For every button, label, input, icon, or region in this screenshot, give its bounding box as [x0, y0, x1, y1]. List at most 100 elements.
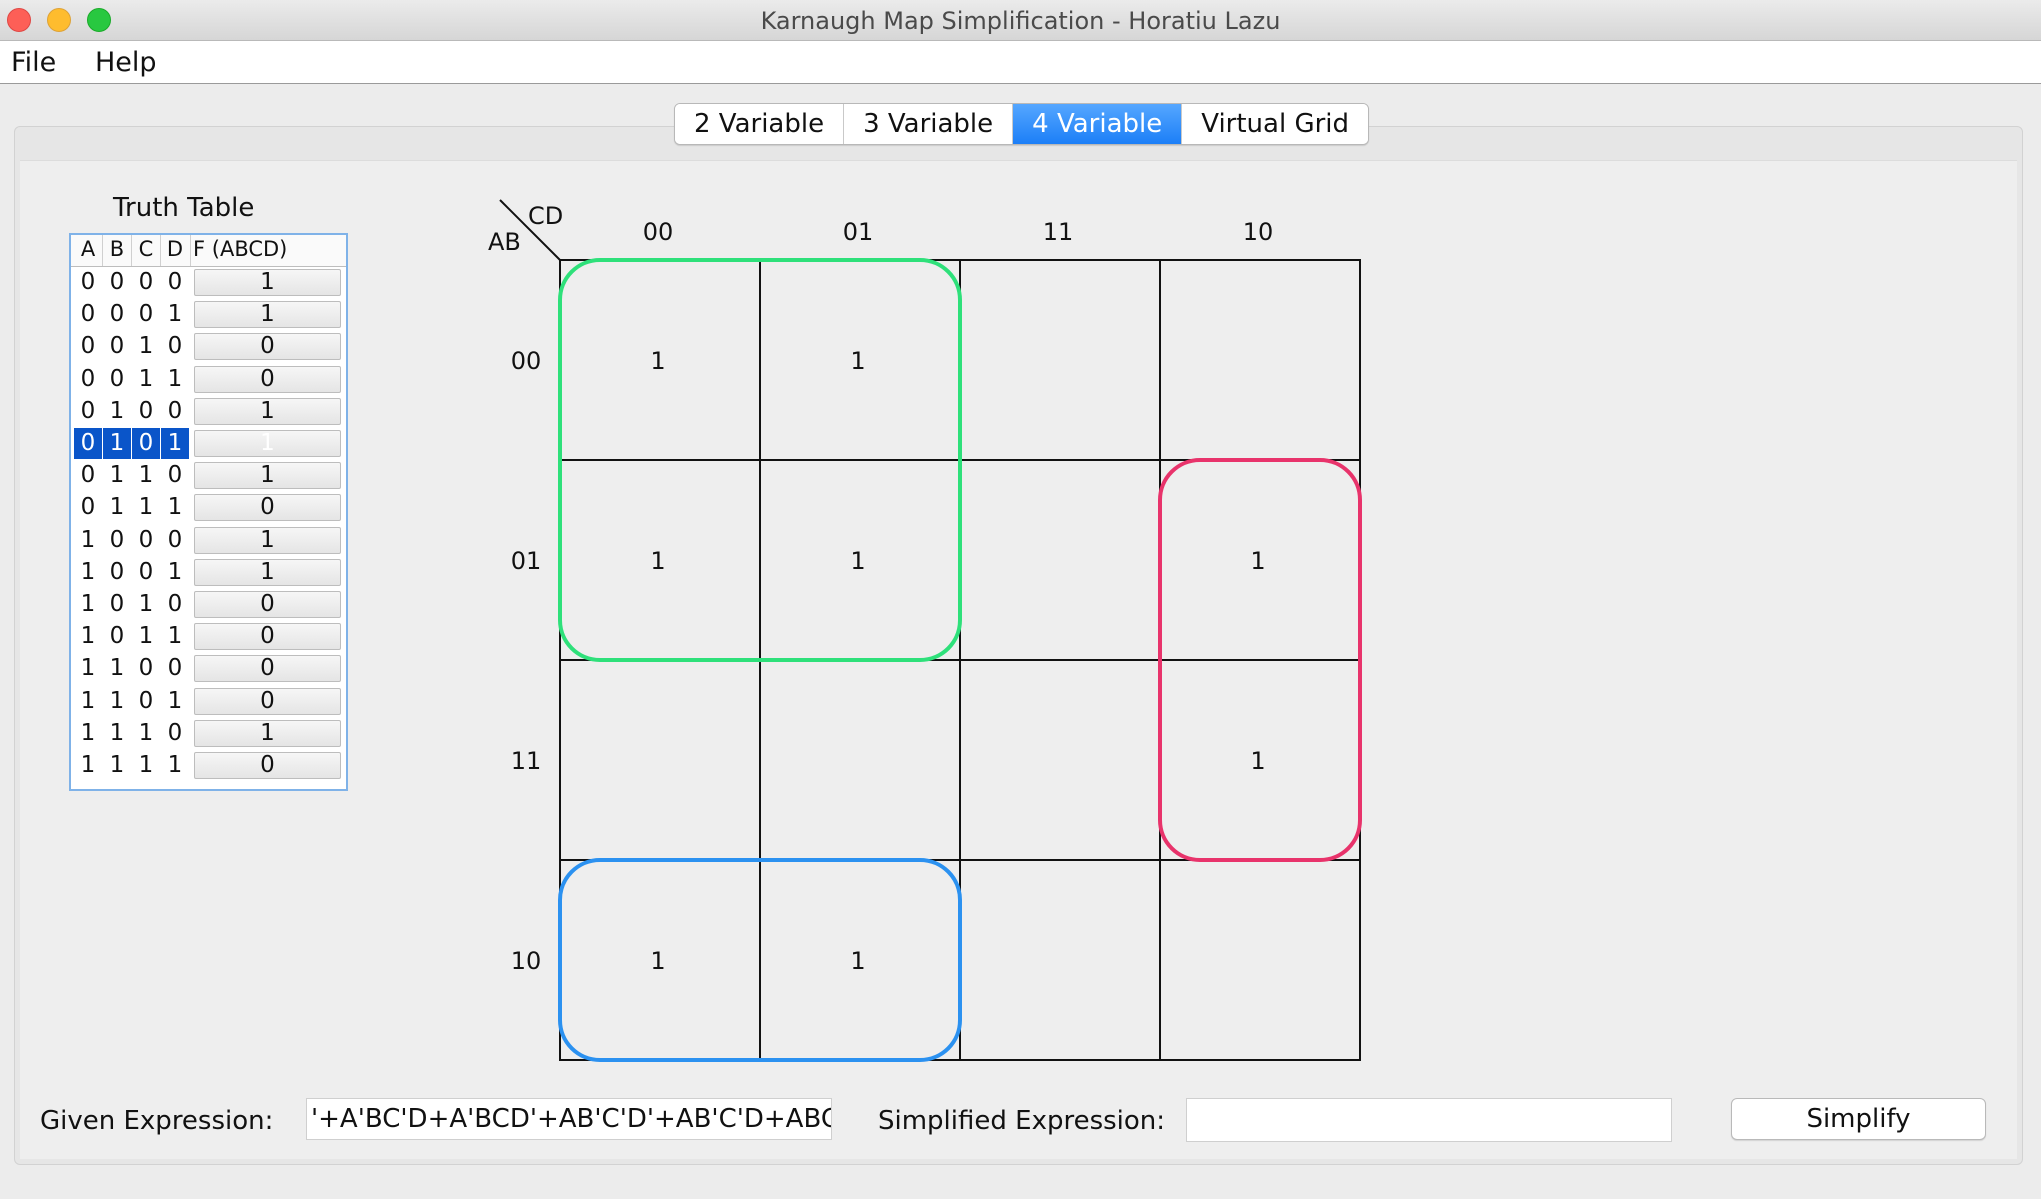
- kmap-cell-value: 1: [650, 947, 665, 975]
- menu-file[interactable]: File: [11, 47, 56, 78]
- table-row[interactable]: 10011: [71, 557, 346, 589]
- table-row[interactable]: 01011: [71, 428, 346, 460]
- input-a-cell: 1: [80, 655, 96, 682]
- kmap-cell[interactable]: [961, 461, 1159, 659]
- input-b-cell: 0: [109, 623, 125, 650]
- output-f-toggle[interactable]: 1: [194, 558, 341, 586]
- output-f-toggle[interactable]: 0: [194, 687, 341, 715]
- input-c-cell: 1: [138, 333, 154, 360]
- input-a-cell: 0: [80, 269, 96, 295]
- table-row[interactable]: 01001: [71, 396, 346, 428]
- input-d-cell: 0: [167, 719, 183, 746]
- input-d-cell: 0: [167, 333, 183, 360]
- input-b-cell: 1: [103, 428, 131, 459]
- input-d-cell: 1: [167, 687, 183, 714]
- input-c-cell: 1: [138, 494, 154, 521]
- table-row[interactable]: 11010: [71, 686, 346, 718]
- kmap-column-variable-label: CD: [528, 202, 563, 230]
- input-c-cell: 1: [138, 719, 154, 746]
- output-f-toggle[interactable]: 0: [194, 333, 341, 361]
- input-c-cell: 1: [138, 623, 154, 650]
- output-f-toggle[interactable]: 1: [194, 526, 341, 554]
- input-c-cell: 1: [138, 752, 154, 778]
- kmap-cell[interactable]: [561, 661, 759, 859]
- tab-3-variable[interactable]: 3 Variable: [844, 104, 1014, 144]
- input-b-cell: 1: [109, 397, 125, 424]
- kmap-cell[interactable]: [961, 861, 1159, 1059]
- input-b-cell: 0: [109, 591, 125, 617]
- output-f-toggle[interactable]: 1: [194, 430, 341, 457]
- output-f-toggle[interactable]: 1: [194, 719, 341, 747]
- input-a-cell: 1: [80, 526, 96, 553]
- input-a-cell: 0: [80, 397, 96, 424]
- table-row[interactable]: 11101: [71, 718, 346, 750]
- header-d: D: [166, 237, 184, 261]
- tab-2-variable[interactable]: 2 Variable: [675, 104, 845, 144]
- kmap-cell[interactable]: [961, 661, 1159, 859]
- menu-help[interactable]: Help: [95, 47, 157, 78]
- table-row[interactable]: 11110: [71, 750, 346, 782]
- kmap-cell-value: 1: [850, 347, 865, 375]
- output-f-toggle[interactable]: 1: [194, 269, 341, 296]
- kmap-column-label: 11: [1043, 218, 1074, 246]
- table-row[interactable]: 00001: [71, 267, 346, 299]
- output-f-toggle[interactable]: 0: [194, 623, 341, 651]
- kmap-row-label: 01: [511, 547, 542, 575]
- table-row[interactable]: 01101: [71, 460, 346, 492]
- kmap-cell[interactable]: [1161, 861, 1359, 1059]
- input-b-cell: 0: [109, 526, 125, 553]
- input-c-cell: 0: [138, 558, 154, 585]
- tab-4-variable[interactable]: 4 Variable: [1013, 104, 1183, 144]
- table-row[interactable]: 11000: [71, 653, 346, 685]
- output-f-toggle[interactable]: 0: [194, 752, 341, 779]
- input-d-cell: 1: [167, 752, 183, 778]
- simplify-button[interactable]: Simplify: [1731, 1098, 1986, 1140]
- output-f-toggle[interactable]: 1: [194, 301, 341, 329]
- table-row[interactable]: 01110: [71, 492, 346, 524]
- kmap-column-label: 10: [1243, 218, 1274, 246]
- input-a-cell: 1: [80, 719, 96, 746]
- input-d-cell: 0: [167, 462, 183, 489]
- table-row[interactable]: 00110: [71, 364, 346, 396]
- kmap-cell-value: 1: [1250, 547, 1265, 575]
- input-c-cell: 1: [138, 462, 154, 489]
- table-row[interactable]: 00100: [71, 331, 346, 363]
- output-f-toggle[interactable]: 0: [194, 591, 341, 618]
- given-expression-field[interactable]: '+A'BC'D+A'BCD'+AB'C'D'+AB'C'D+ABCD': [306, 1098, 832, 1140]
- input-d-cell: 0: [167, 655, 183, 682]
- input-c-cell: 0: [138, 526, 154, 553]
- table-row[interactable]: 10110: [71, 621, 346, 653]
- truth-table: A B C D F (ABCD) 00001000110010000110010…: [69, 233, 348, 791]
- input-d-cell: 0: [167, 269, 183, 295]
- truth-table-title: Truth Table: [113, 193, 255, 223]
- input-b-cell: 1: [109, 719, 125, 746]
- kmap-cell[interactable]: [1161, 261, 1359, 459]
- input-a-cell: 1: [80, 687, 96, 714]
- output-f-toggle[interactable]: 0: [194, 655, 341, 683]
- input-d-cell: 1: [167, 301, 183, 328]
- output-f-toggle[interactable]: 1: [194, 397, 341, 425]
- input-d-cell: 0: [167, 591, 183, 617]
- kmap-cell[interactable]: [761, 661, 959, 859]
- kmap-row-label: 10: [511, 947, 542, 975]
- input-b-cell: 0: [109, 301, 125, 328]
- output-f-toggle[interactable]: 1: [194, 462, 341, 490]
- input-d-cell: 1: [167, 558, 183, 585]
- simplified-expression-field[interactable]: [1186, 1098, 1672, 1142]
- output-f-toggle[interactable]: 0: [194, 494, 341, 522]
- output-f-toggle[interactable]: 0: [194, 365, 341, 393]
- input-b-cell: 1: [109, 494, 125, 521]
- kmap-cell[interactable]: [961, 261, 1159, 459]
- input-a-cell: 0: [80, 301, 96, 328]
- tab-virtual-grid[interactable]: Virtual Grid: [1182, 104, 1369, 144]
- table-row[interactable]: 10100: [71, 589, 346, 621]
- table-row[interactable]: 00011: [71, 299, 346, 331]
- truth-table-header: A B C D F (ABCD): [71, 235, 346, 267]
- input-c-cell: 0: [138, 655, 154, 682]
- input-d-cell: 0: [167, 526, 183, 553]
- input-b-cell: 1: [109, 655, 125, 682]
- input-d-cell: 0: [167, 397, 183, 424]
- input-b-cell: 1: [109, 687, 125, 714]
- kmap-row-label: 11: [511, 747, 542, 775]
- table-row[interactable]: 10001: [71, 525, 346, 557]
